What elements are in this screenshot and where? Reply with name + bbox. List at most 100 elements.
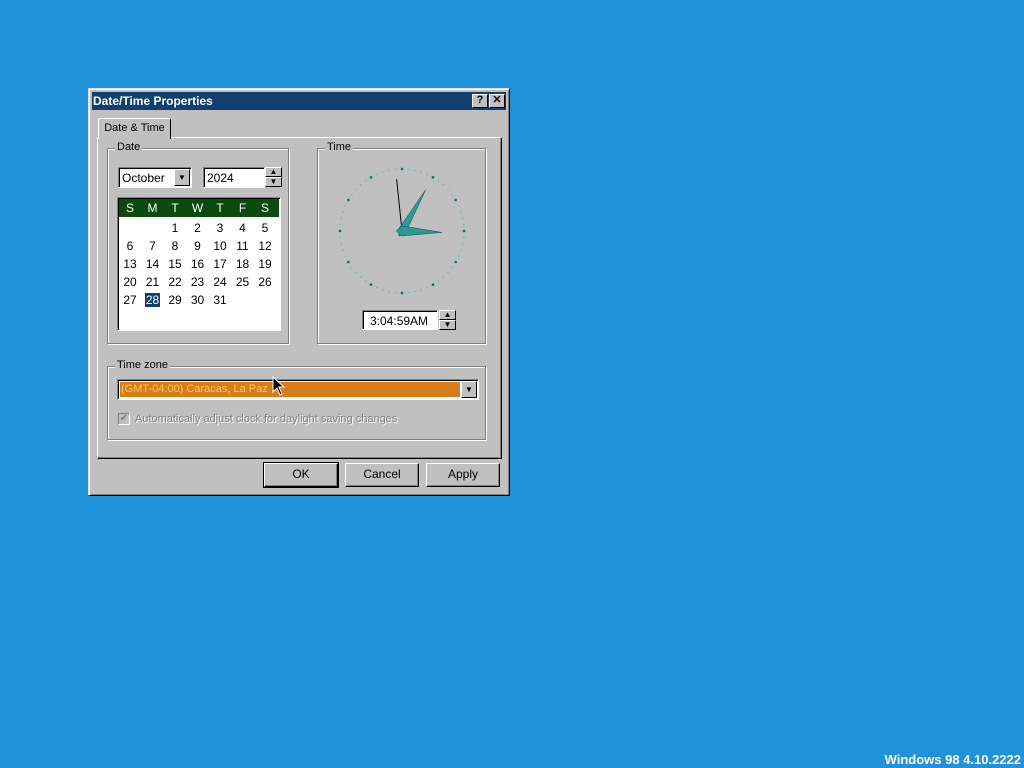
clock-minute-mark — [426, 173, 428, 176]
clock-minute-mark — [339, 236, 342, 239]
year-field[interactable]: 2024 — [203, 167, 265, 188]
clock-minute-mark — [460, 249, 462, 251]
calendar-day[interactable]: 22 — [164, 273, 186, 291]
month-dropdown[interactable]: October ▼ — [118, 167, 192, 188]
chevron-down-icon[interactable]: ▼ — [461, 381, 477, 398]
timezone-group: Time zone — [107, 359, 486, 440]
year-value: 2024 — [207, 171, 234, 185]
time-down-icon[interactable]: ▼ — [439, 320, 456, 330]
calendar-day[interactable]: 31 — [209, 291, 231, 309]
clock-minute-mark — [342, 249, 344, 251]
cancel-button[interactable]: Cancel — [345, 463, 419, 487]
clock-minute-mark — [426, 286, 428, 289]
clock-minute-mark — [388, 169, 390, 172]
calendar-day-selected[interactable]: 28 — [142, 291, 164, 309]
calendar-day[interactable]: 3 — [209, 219, 231, 237]
calendar-day[interactable]: 25 — [232, 273, 254, 291]
apply-label: Apply — [447, 467, 479, 481]
tab-label: Date & Time — [104, 122, 165, 134]
help-icon: ? — [476, 94, 484, 106]
calendar-day[interactable]: 5 — [254, 219, 276, 237]
clock-minute-mark — [407, 168, 410, 171]
year-up-icon[interactable]: ▲ — [265, 167, 282, 177]
clock-minute-mark — [462, 223, 465, 226]
clock-minute-mark — [344, 255, 347, 257]
calendar-day[interactable]: 7 — [142, 237, 164, 255]
clock-minute-mark — [437, 280, 440, 282]
calendar-day[interactable]: 9 — [187, 237, 209, 255]
clock-hour-mark — [400, 291, 404, 295]
clock-hour-mark — [454, 260, 457, 264]
weekday-header: T — [216, 201, 224, 215]
clock-minute-mark — [359, 184, 362, 186]
dst-checkbox[interactable]: ✔ — [118, 413, 130, 425]
weekday-header: F — [238, 201, 247, 215]
month-value: October — [122, 171, 165, 185]
close-button[interactable]: ✕ — [489, 94, 505, 108]
clock-minute-mark — [461, 243, 464, 245]
clock-hour-mark — [347, 260, 350, 264]
timezone-highlight: (GMT-04:00) Caracas, La Paz — [119, 381, 461, 398]
year-down-icon[interactable]: ▼ — [265, 177, 282, 187]
timezone-group-label: Time zone — [115, 359, 170, 371]
calendar-day[interactable]: 20 — [119, 273, 141, 291]
calendar-header: S M T W T F S — [119, 199, 279, 217]
weekday-header: W — [191, 201, 204, 215]
clock-minute-mark — [442, 276, 445, 278]
calendar-day[interactable]: 19 — [254, 255, 276, 273]
clock-minute-mark — [394, 168, 397, 171]
clock-minute-mark — [364, 280, 367, 282]
dst-label: Automatically adjust clock for daylight … — [135, 413, 398, 425]
calendar-day[interactable]: 14 — [142, 255, 164, 273]
calendar-day[interactable]: 6 — [119, 237, 141, 255]
clock-minute-mark — [457, 205, 460, 207]
timezone-dropdown[interactable]: (GMT-04:00) Caracas, La Paz ▼ — [117, 379, 479, 400]
calendar-day[interactable]: 26 — [254, 273, 276, 291]
clock-minute-mark — [457, 255, 460, 257]
calendar-day[interactable]: 18 — [232, 255, 254, 273]
ok-button[interactable]: OK — [263, 462, 339, 488]
calendar-day[interactable]: 11 — [232, 237, 254, 255]
windows-version-text: Windows 98 4.10.2222 — [884, 752, 1021, 767]
calendar-day[interactable]: 23 — [187, 273, 209, 291]
window-title: Date/Time Properties — [93, 94, 213, 108]
clock-minute-mark — [414, 290, 416, 293]
weekday-header: T — [171, 201, 179, 215]
time-up-icon[interactable]: ▲ — [439, 310, 456, 320]
clock-minute-mark — [462, 236, 465, 239]
calendar-day[interactable]: 15 — [164, 255, 186, 273]
checkmark-icon: ✔ — [119, 413, 129, 424]
clock-minute-mark — [342, 211, 344, 213]
clock-minute-mark — [414, 169, 416, 172]
calendar-day[interactable]: 4 — [232, 219, 254, 237]
title-bar[interactable]: Date/Time Properties ? ✕ — [92, 92, 506, 110]
calendar-day[interactable]: 21 — [142, 273, 164, 291]
calendar-day[interactable]: 29 — [164, 291, 186, 309]
clock-hour-mark — [462, 229, 466, 233]
clock-minute-mark — [351, 266, 353, 269]
calendar-day[interactable]: 8 — [164, 237, 186, 255]
calendar-day[interactable]: 30 — [187, 291, 209, 309]
calendar-day[interactable]: 24 — [209, 273, 231, 291]
calendar-day[interactable]: 12 — [254, 237, 276, 255]
tab-date-time[interactable]: Date & Time — [98, 118, 171, 139]
clock-hour-mark — [347, 198, 350, 202]
clock-minute-mark — [340, 217, 343, 219]
clock-minute-mark — [447, 188, 449, 191]
help-button[interactable]: ? — [472, 94, 488, 108]
time-field[interactable]: 3:04:59AM — [362, 310, 438, 330]
cancel-label: Cancel — [363, 467, 401, 481]
calendar-day[interactable]: 27 — [119, 291, 141, 309]
clock-minute-mark — [420, 289, 422, 291]
clock-minute-mark — [355, 188, 357, 191]
chevron-down-icon[interactable]: ▼ — [174, 169, 190, 186]
calendar-day[interactable]: 2 — [187, 219, 209, 237]
calendar-day[interactable]: 1 — [164, 219, 186, 237]
calendar-day[interactable]: 16 — [187, 255, 209, 273]
clock-minute-mark — [351, 193, 353, 196]
calendar-day[interactable]: 10 — [209, 237, 231, 255]
calendar-day[interactable]: 17 — [209, 255, 231, 273]
timezone-value: (GMT-04:00) Caracas, La Paz — [121, 383, 268, 395]
apply-button[interactable]: Apply — [426, 463, 500, 487]
calendar-day[interactable]: 13 — [119, 255, 141, 273]
